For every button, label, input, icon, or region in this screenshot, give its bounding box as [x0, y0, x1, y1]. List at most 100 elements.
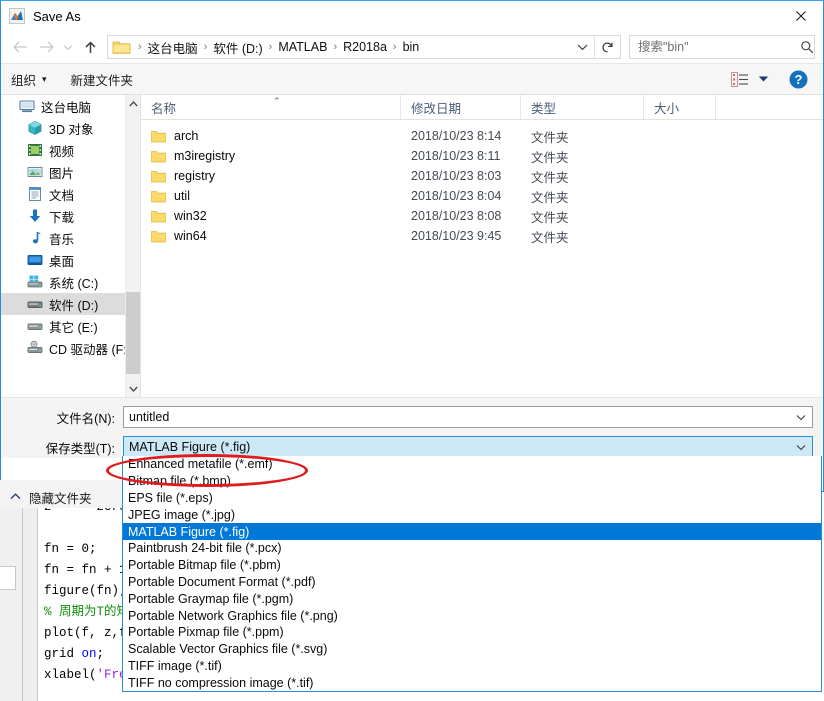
organize-chevron-down-icon: ▾ — [42, 73, 47, 84]
sidebar-item-software-d[interactable]: 软件 (D:) — [1, 293, 140, 315]
sidebar-item-label: 下载 — [49, 210, 75, 225]
folder-icon — [151, 230, 166, 243]
breadcrumb-separator-0: › — [138, 41, 142, 53]
address-bar[interactable]: › 这台电脑 › 软件 (D:) › MATLAB › R2018a › bin — [107, 35, 621, 59]
dropdown-option[interactable]: Portable Graymap file (*.pgm) — [123, 590, 821, 607]
dropdown-option[interactable]: Portable Pixmap file (*.ppm) — [123, 624, 821, 641]
new-folder-button[interactable]: 新建文件夹 — [71, 70, 134, 89]
sidebar-item-downloads[interactable]: 下载 — [1, 205, 140, 227]
sidebar-item-videos[interactable]: 视频 — [1, 139, 140, 161]
breadcrumb-item-0[interactable]: 这台电脑 — [145, 38, 201, 57]
sidebar-item-label: 软件 (D:) — [49, 298, 99, 313]
savetype-combobox[interactable]: MATLAB Figure (*.fig) — [123, 436, 813, 458]
savetype-row: 保存类型(T): MATLAB Figure (*.fig) — [1, 436, 823, 458]
filename-chevron-down-icon[interactable] — [790, 414, 812, 421]
cd-drive-icon — [27, 340, 43, 356]
savetype-dropdown-list: Enhanced metafile (*.emf) Bitmap file (*… — [122, 456, 822, 693]
hide-folders-button[interactable]: 隐藏文件夹 — [10, 488, 92, 507]
download-icon — [27, 208, 43, 224]
drive-icon — [27, 296, 43, 312]
sidebar-item-this-pc[interactable]: 这台电脑 — [1, 95, 140, 117]
dropdown-option-selected[interactable]: MATLAB Figure (*.fig) — [123, 523, 821, 540]
dropdown-option[interactable]: TIFF image (*.tif) — [123, 658, 821, 675]
monitor-icon — [19, 98, 35, 114]
close-icon[interactable] — [779, 1, 823, 30]
column-header-size[interactable]: 大小 — [644, 95, 716, 119]
sidebar-item-desktop[interactable]: 桌面 — [1, 249, 140, 271]
table-row[interactable]: win32 2018/10/23 8:08 文件夹 — [141, 206, 823, 226]
code-line-6-comment: % 周期为T的矩 — [44, 605, 130, 619]
up-arrow-icon[interactable] — [77, 34, 103, 60]
hide-folders-label: 隐藏文件夹 — [29, 492, 92, 506]
file-modified: 2018/10/23 8:08 — [411, 209, 502, 223]
refresh-icon[interactable] — [594, 36, 620, 58]
file-type: 文件夹 — [531, 190, 569, 205]
dropdown-option[interactable]: Paintbrush 24-bit file (*.pcx) — [123, 540, 821, 557]
table-row[interactable]: arch 2018/10/23 8:14 文件夹 — [141, 126, 823, 146]
breadcrumb-item-2[interactable]: MATLAB — [275, 40, 330, 54]
table-row[interactable]: registry 2018/10/23 8:03 文件夹 — [141, 166, 823, 186]
search-icon[interactable] — [799, 40, 814, 54]
filename-field[interactable] — [123, 406, 813, 428]
code-line-4: fn = fn + 1; — [44, 563, 135, 577]
code-line-5: figure(fn); — [44, 584, 127, 598]
view-list-icon[interactable] — [729, 70, 751, 88]
drive-icon — [27, 318, 43, 334]
address-chevron-down-icon[interactable] — [570, 43, 594, 51]
back-icon[interactable] — [7, 34, 33, 60]
history-chevron-down-icon[interactable] — [59, 34, 77, 60]
savetype-chevron-down-icon[interactable] — [790, 444, 812, 451]
help-icon[interactable]: ? — [783, 70, 813, 89]
column-header-modified[interactable]: 修改日期 — [401, 95, 521, 119]
view-mode-chevron-down-icon[interactable] — [753, 75, 773, 83]
folder-icon — [151, 170, 166, 183]
dropdown-option[interactable]: Portable Network Graphics file (*.png) — [123, 607, 821, 624]
search-input[interactable] — [630, 40, 799, 54]
search-box[interactable] — [629, 35, 815, 59]
file-type: 文件夹 — [531, 230, 569, 245]
dropdown-option[interactable]: TIFF no compression image (*.tif) — [123, 674, 821, 691]
scroll-up-chevron-icon[interactable] — [126, 95, 140, 112]
dropdown-option[interactable]: EPS file (*.eps) — [123, 490, 821, 507]
sidebar-item-label: 系统 (C:) — [49, 276, 99, 291]
dialog-titlebar[interactable]: Save As — [1, 1, 823, 31]
column-header-name[interactable]: 名称 — [141, 95, 401, 119]
sidebar-item-other-e[interactable]: 其它 (E:) — [1, 315, 140, 337]
folder-icon — [151, 190, 166, 203]
sidebar-item-system-c[interactable]: 系统 (C:) — [1, 271, 140, 293]
code-line-7: plot(f, z,f, — [44, 626, 135, 640]
file-name: m3iregistry — [174, 149, 236, 163]
breadcrumb-item-3[interactable]: R2018a — [340, 40, 390, 54]
dropdown-option[interactable]: Portable Document Format (*.pdf) — [123, 574, 821, 591]
dropdown-option[interactable]: Portable Bitmap file (*.pbm) — [123, 557, 821, 574]
folder-icon — [151, 150, 166, 163]
sidebar-item-3d-objects[interactable]: 3D 对象 — [1, 117, 140, 139]
filename-input[interactable] — [124, 410, 790, 424]
navigation-pane: 这台电脑 3D 对象 视频 图片 文档 下载 音乐 桌面 系统 (C:) 软件 … — [1, 95, 140, 397]
sidebar-item-cd-drive-f[interactable]: CD 驱动器 (F:) — [1, 337, 140, 359]
dropdown-option[interactable]: JPEG image (*.jpg) — [123, 506, 821, 523]
sidebar-scrollbar[interactable] — [125, 95, 140, 397]
sidebar-item-pictures[interactable]: 图片 — [1, 161, 140, 183]
sidebar-item-documents[interactable]: 文档 — [1, 183, 140, 205]
breadcrumb-item-1[interactable]: 软件 (D:) — [210, 38, 265, 57]
dropdown-option[interactable]: Scalable Vector Graphics file (*.svg) — [123, 641, 821, 658]
breadcrumb-separator-3: › — [333, 41, 338, 53]
dropdown-option[interactable]: Enhanced metafile (*.emf) — [123, 456, 821, 473]
file-modified: 2018/10/23 9:45 — [411, 229, 502, 243]
forward-icon[interactable] — [33, 34, 59, 60]
dropdown-option[interactable]: Bitmap file (*.bmp) — [123, 473, 821, 490]
file-modified: 2018/10/23 8:04 — [411, 189, 502, 203]
scrollbar-thumb[interactable] — [126, 292, 140, 374]
desktop-icon — [27, 252, 43, 268]
table-row[interactable]: util 2018/10/23 8:04 文件夹 — [141, 186, 823, 206]
scroll-down-chevron-icon[interactable] — [126, 380, 140, 397]
column-header-type[interactable]: 类型 — [521, 95, 644, 119]
table-row[interactable]: m3iregistry 2018/10/23 8:11 文件夹 — [141, 146, 823, 166]
table-row[interactable]: win64 2018/10/23 9:45 文件夹 — [141, 226, 823, 246]
sidebar-item-music[interactable]: 音乐 — [1, 227, 140, 249]
organize-button[interactable]: 组织 ▾ — [11, 70, 47, 89]
breadcrumb-item-4[interactable]: bin — [400, 40, 423, 54]
windows-drive-icon — [27, 274, 43, 290]
save-form: 文件名(N): 保存类型(T): MATLAB Figure (*.fig) — [1, 397, 823, 458]
